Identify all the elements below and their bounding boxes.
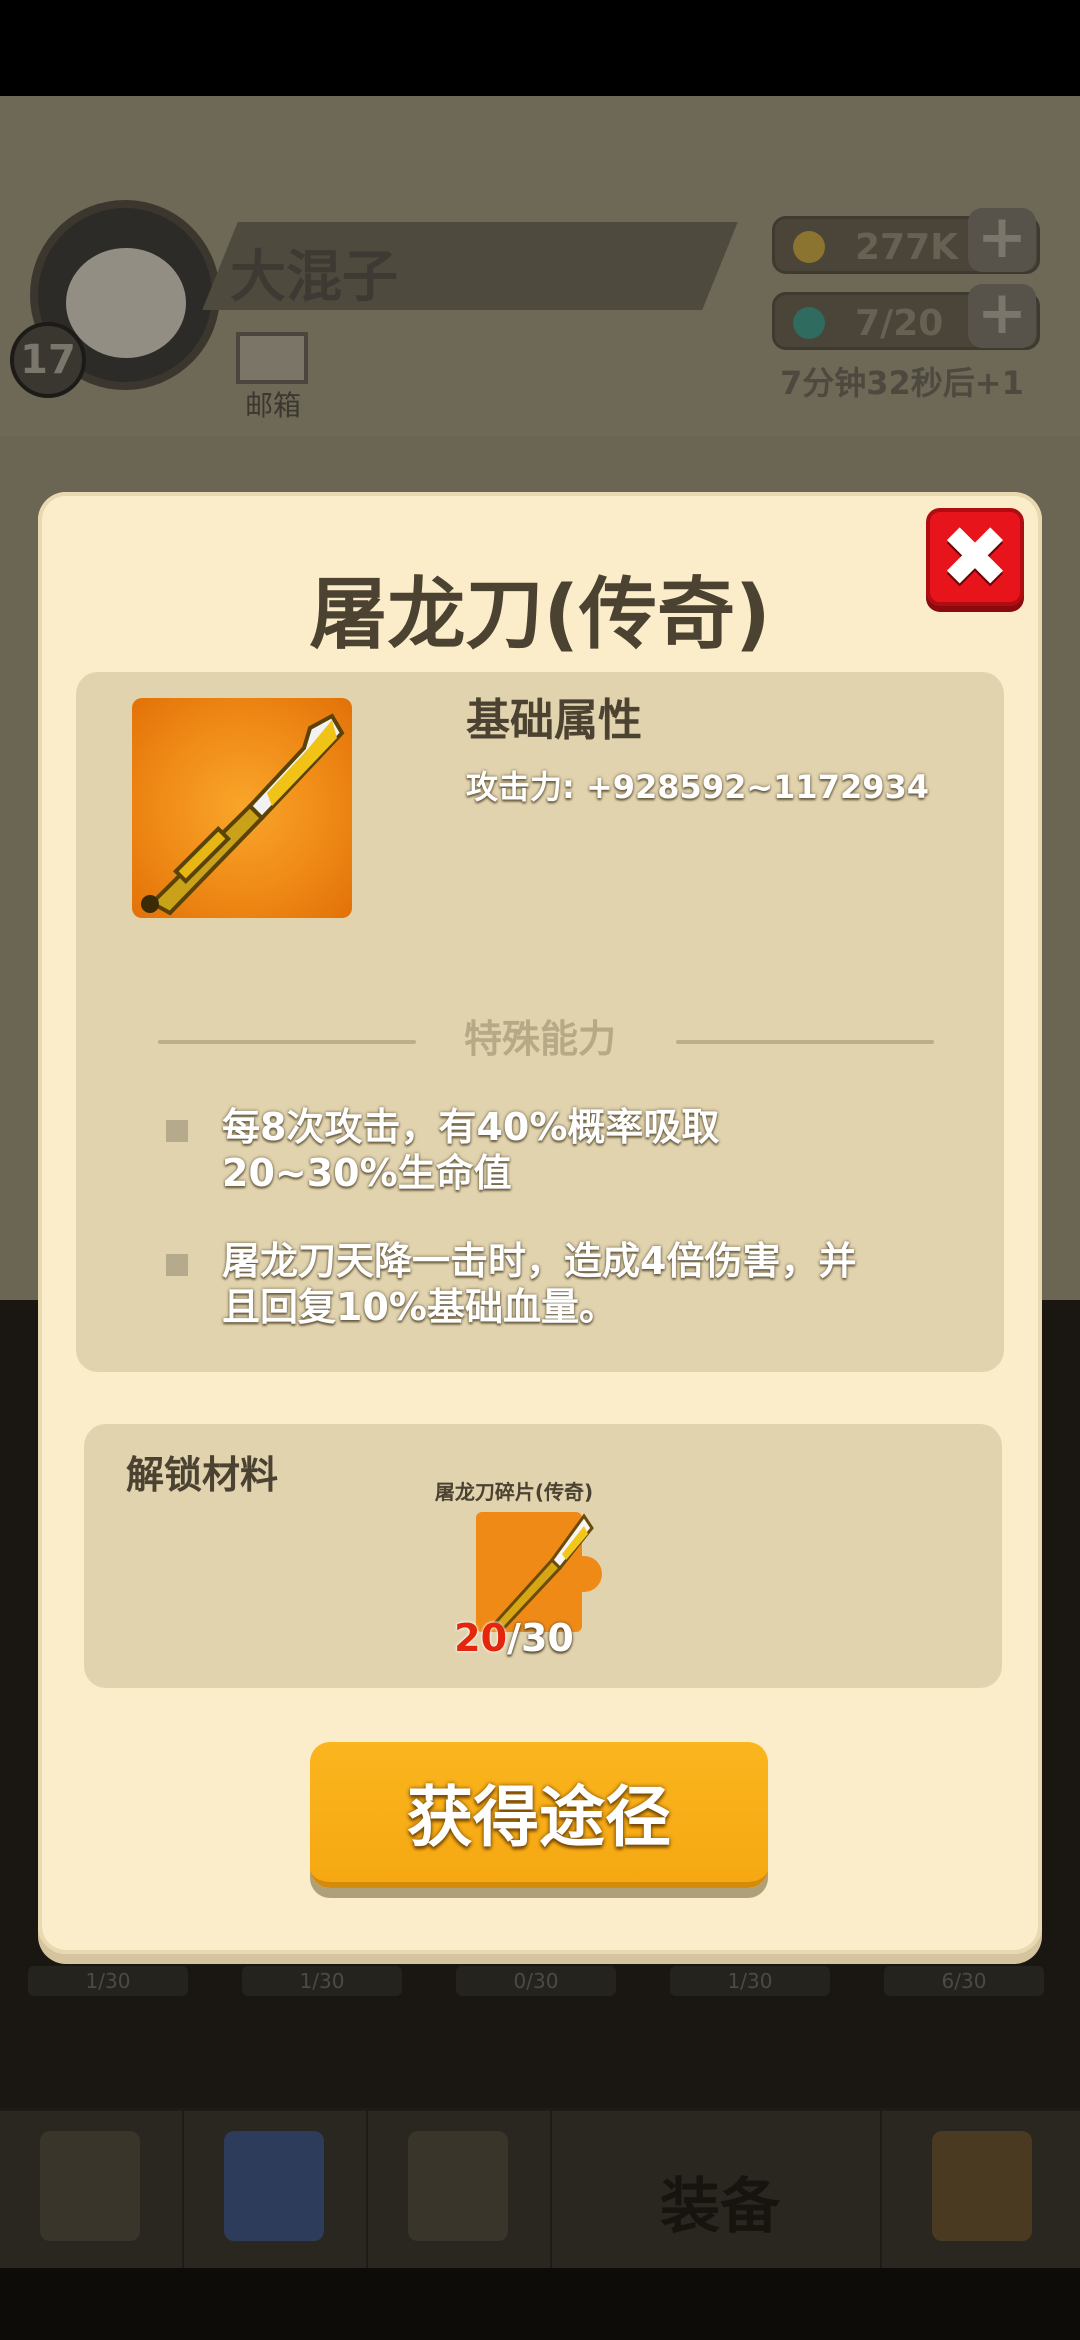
avatar-face (66, 248, 186, 358)
special-abilities-title: 特殊能力 (463, 1017, 616, 1061)
nav-training[interactable] (184, 2111, 368, 2271)
scroll-icon (40, 2131, 140, 2241)
energy-regen-timer: 7分钟32秒后+1 (780, 364, 1024, 402)
nav-equipment-label: 装备 (660, 2172, 780, 2242)
unlock-materials-title: 解锁材料 (126, 1453, 279, 1497)
level-badge: 17 (10, 322, 86, 398)
unlock-materials-panel: 解锁材料 屠龙刀碎片(传奇) 20/30 (84, 1424, 1002, 1688)
bottom-nav (0, 2108, 1080, 2271)
player-name: 大混子 (230, 245, 398, 310)
dragon-sword-icon (132, 698, 352, 918)
slot-counter: 1/30 (28, 1966, 188, 1996)
ability-text: 每8次攻击，有40%概率吸取20~30%生命值 (222, 1105, 720, 1195)
fragment-name: 屠龙刀碎片(传奇) (434, 1480, 594, 1504)
item-detail-modal: 屠龙刀(传奇) ✖ 基础属性 攻击力: +928592~1172934 特殊能力… (38, 492, 1042, 1954)
nav-tasks[interactable] (0, 2111, 184, 2271)
fragment-required: 30 (520, 1616, 574, 1660)
mail-label: 邮箱 (244, 389, 301, 422)
attack-power-value: 攻击力: +928592~1172934 (466, 768, 930, 806)
item-title: 屠龙刀(传奇) (309, 570, 771, 660)
coin-value: 277K (855, 227, 959, 268)
nav-collection[interactable] (882, 2111, 1080, 2271)
fragment-owned: 20 (454, 1616, 508, 1660)
bullet-icon (166, 1254, 188, 1276)
base-attributes-title: 基础属性 (466, 695, 642, 746)
obtain-methods-label: 获得途径 (407, 1779, 671, 1856)
attributes-panel: 基础属性 攻击力: +928592~1172934 特殊能力 每8次攻击，有40… (76, 672, 1004, 1372)
crossed-swords-icon (408, 2131, 508, 2241)
slot-counter: 0/30 (456, 1966, 616, 1996)
mail-button[interactable]: 邮箱 (236, 332, 310, 422)
slot-counter: 1/30 (242, 1966, 402, 1996)
bullet-icon (166, 1120, 188, 1142)
status-bar (0, 0, 1080, 96)
energy-value: 7/20 (855, 303, 944, 344)
close-button[interactable]: ✖ (926, 508, 1024, 606)
slot-counter: 6/30 (884, 1966, 1044, 1996)
obtain-methods-button[interactable]: 获得途径 (310, 1742, 768, 1888)
slot-counter: 1/30 (670, 1966, 830, 1996)
system-nav-bar (0, 2268, 1080, 2340)
book-icon (224, 2131, 324, 2241)
ability-text: 屠龙刀天降一击时，造成4倍伤害，并且回复10%基础血量。 (222, 1239, 857, 1329)
add-energy-button[interactable]: + (968, 283, 1036, 348)
nav-battle[interactable] (368, 2111, 552, 2271)
close-icon: ✖ (939, 508, 1011, 606)
add-coins-button[interactable]: + (968, 207, 1036, 272)
coin-icon (793, 231, 825, 263)
energy-icon (793, 307, 825, 339)
chest-icon (932, 2131, 1032, 2241)
mail-icon (236, 332, 308, 384)
fragment-separator: / (507, 1616, 521, 1660)
fragment-count: 20/30 (414, 1616, 614, 1660)
